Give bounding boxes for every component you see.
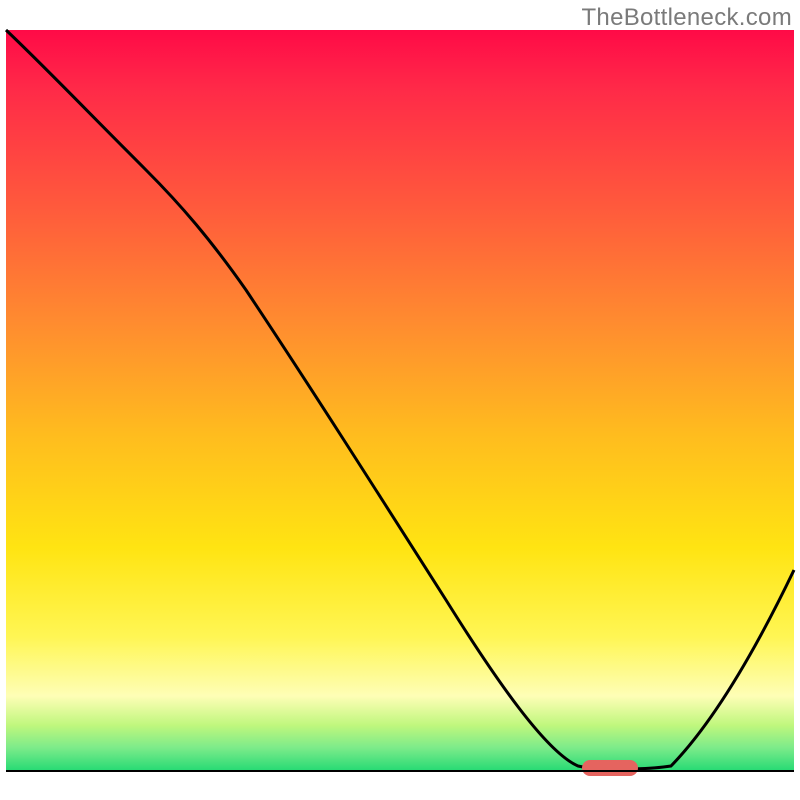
chart-line-path	[6, 30, 794, 769]
chart-container: TheBottleneck.com	[0, 0, 800, 800]
watermark-text: TheBottleneck.com	[581, 4, 792, 32]
x-axis-baseline	[6, 770, 794, 772]
optimal-marker	[582, 760, 638, 776]
chart-line-svg	[6, 30, 794, 770]
